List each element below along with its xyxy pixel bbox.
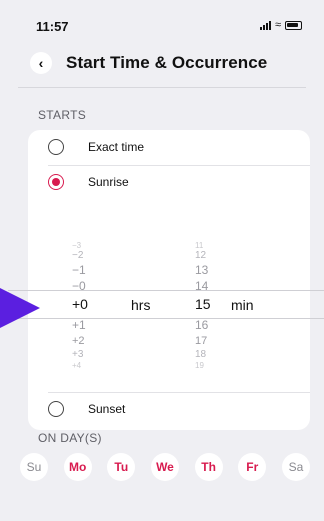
hours-option[interactable]: +2 — [72, 335, 132, 347]
day-sunday[interactable]: Su — [20, 453, 48, 481]
option-exact-time[interactable]: Exact time — [28, 131, 310, 163]
offset-picker[interactable]: −3 −2 −1 −0 +0 +1 +2 +3 +4 hrs 11 12 13 … — [8, 230, 324, 372]
wifi-icon: ≈ — [274, 19, 281, 31]
option-sunset[interactable]: Sunset — [28, 393, 310, 425]
radio-sunrise[interactable] — [48, 174, 64, 190]
header-divider — [18, 87, 306, 88]
hours-option[interactable]: +1 — [72, 319, 132, 331]
hours-option[interactable]: −1 — [72, 264, 132, 276]
minutes-option[interactable]: 12 — [195, 250, 255, 262]
option-sunrise[interactable]: Sunrise — [28, 166, 310, 198]
minutes-option[interactable]: 13 — [195, 264, 255, 276]
minutes-unit: min — [231, 297, 254, 313]
day-tuesday[interactable]: Tu — [107, 453, 136, 481]
header: ‹ Start Time & Occurrence — [0, 48, 324, 78]
chevron-left-icon: ‹ — [38, 55, 44, 71]
minutes-option[interactable]: 19 — [195, 360, 255, 372]
minutes-option[interactable]: 16 — [195, 319, 255, 331]
status-time: 11:57 — [36, 19, 69, 34]
picker-highlight-top — [8, 290, 324, 291]
minutes-option[interactable]: 14 — [195, 280, 255, 292]
starts-card: Exact time Sunrise −3 −2 −1 −0 +0 +1 +2 … — [8, 130, 324, 430]
hours-option[interactable]: −0 — [72, 280, 132, 292]
hours-unit: hrs — [131, 297, 151, 313]
day-saturday[interactable]: Sa — [281, 453, 310, 481]
hours-selected[interactable]: +0 — [72, 297, 132, 311]
day-friday[interactable]: Fr — [238, 453, 267, 481]
radio-sunset[interactable] — [48, 401, 64, 417]
minutes-option[interactable]: 17 — [195, 335, 255, 347]
starts-section-label: STARTS — [38, 108, 87, 122]
radio-exact-time[interactable] — [48, 139, 64, 155]
signal-icon — [259, 20, 271, 30]
hours-option[interactable]: −2 — [72, 250, 132, 262]
option-label: Exact time — [88, 140, 145, 154]
day-thursday[interactable]: Th — [194, 453, 223, 481]
option-label: Sunset — [88, 402, 126, 416]
pointer-arrow-icon — [0, 288, 40, 328]
page-title: Start Time & Occurrence — [66, 53, 268, 72]
day-monday[interactable]: Mo — [63, 453, 92, 481]
hours-option[interactable]: +4 — [72, 360, 132, 372]
day-selector: Su Mo Tu We Th Fr Sa — [20, 453, 310, 481]
status-icons: ≈ — [259, 19, 302, 31]
picker-highlight-bottom — [8, 318, 324, 319]
on-days-section-label: ON DAY(S) — [38, 431, 102, 445]
day-wednesday[interactable]: We — [150, 453, 179, 481]
status-bar: 11:57 ≈ — [0, 0, 324, 44]
hours-wheel[interactable]: −3 −2 −1 −0 +0 +1 +2 +3 +4 — [72, 230, 132, 370]
back-button[interactable]: ‹ — [30, 52, 52, 74]
battery-icon — [285, 20, 302, 30]
option-label: Sunrise — [88, 175, 129, 189]
